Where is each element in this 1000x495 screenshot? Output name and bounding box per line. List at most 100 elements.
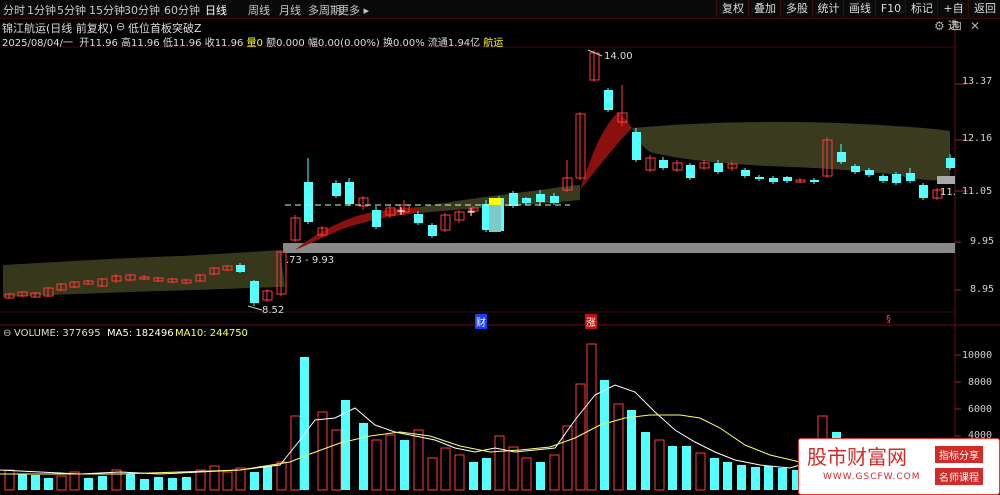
volume-bar-up <box>427 457 438 491</box>
volume-bar-up <box>454 454 465 491</box>
settings-icon[interactable]: ⚙ <box>934 19 945 33</box>
candle-down <box>509 193 518 206</box>
turnover-label: 换 <box>382 38 393 49</box>
volume-bar-up <box>222 471 233 491</box>
period-tab[interactable]: 15分钟 <box>89 2 125 18</box>
low-pointer <box>247 305 263 311</box>
volume-collapse-icon[interactable]: ⊖ <box>3 328 11 339</box>
period-tab[interactable]: 日线 <box>205 2 227 18</box>
volume-bar-down <box>168 478 177 490</box>
open-label: 开 <box>79 38 90 49</box>
volume-bar-down <box>723 462 732 490</box>
period-tab[interactable]: 更多 ▸ <box>338 2 369 18</box>
volume-bar-down <box>536 462 545 490</box>
toolbar-button[interactable]: 返回 <box>968 0 1000 17</box>
volume-bar-up <box>69 471 80 491</box>
float-label: 流通 <box>427 38 448 49</box>
volume-bar-up <box>331 429 342 491</box>
toolbar-button[interactable]: 标记 <box>905 0 938 17</box>
candle-down <box>632 132 641 160</box>
quote-info-line: 2025/08/04/一 开11.96 高11.96 低11.96 收11.96… <box>2 34 503 49</box>
period-tab[interactable]: 多周期 <box>308 2 341 18</box>
period-tab[interactable]: 1分钟 <box>27 2 56 18</box>
volume-bar-up <box>371 439 382 491</box>
candle-down <box>332 183 341 196</box>
tag-indicator-share: 指标分享 <box>935 446 983 463</box>
cloud-band-red <box>580 112 632 190</box>
volume-bar-up <box>586 343 597 491</box>
toolbar-button[interactable]: 复权 <box>716 0 749 17</box>
kline-chart[interactable]: ++ <box>0 0 1000 493</box>
toolbar-button[interactable]: +自选 <box>937 0 969 32</box>
volume-bar-down <box>126 474 135 490</box>
toolbar-button[interactable]: 叠加 <box>748 0 781 17</box>
volume-bar-up <box>508 446 519 491</box>
close-icon[interactable]: ✕ <box>970 19 980 33</box>
candle-down <box>946 158 955 168</box>
volume-label: VOLUME: 377695 <box>14 328 101 339</box>
candle-down <box>686 165 695 178</box>
amount-value: 0.000 <box>276 38 305 49</box>
candle-down <box>741 170 750 176</box>
site-watermark: 股市财富网 WWW.GSCFW.COM 指标分享 名师课程 <box>798 438 1000 495</box>
date: 2025/08/04/一 <box>2 38 74 49</box>
volume-bar-down <box>44 478 53 490</box>
toolbar-button[interactable]: 统计 <box>812 0 844 17</box>
volume-bar-up <box>209 465 220 491</box>
collapse-icon[interactable]: ⊖ <box>116 20 125 33</box>
limit-up-marker[interactable]: 涨 <box>585 314 597 329</box>
change-label: 幅 <box>307 38 318 49</box>
cloud-band-left <box>3 250 285 297</box>
volume-bar-down <box>300 357 309 490</box>
volume-bar-down <box>778 468 787 490</box>
range-label: .73 - 9.93 <box>286 255 335 266</box>
volume-bar-down <box>482 458 491 490</box>
price-pointer <box>937 176 955 184</box>
volume-bar-down <box>400 440 409 490</box>
cross-marker: + <box>396 204 406 218</box>
candle-down <box>659 160 668 168</box>
price-axis-label: 9.95 <box>970 236 995 247</box>
vol-label: 量 <box>246 38 257 49</box>
volume-bar-up <box>695 452 706 491</box>
volume-bar-down <box>764 466 773 490</box>
financial-report-marker[interactable]: 财 <box>475 314 487 329</box>
volume-bar-down <box>182 477 191 490</box>
turnover-value: 0.00% <box>392 38 425 49</box>
candle-down <box>304 182 313 222</box>
volume-bar-up <box>56 475 67 491</box>
candle-down <box>879 176 888 181</box>
candle-down <box>906 173 915 181</box>
candle-down <box>837 152 846 162</box>
period-tab[interactable]: 月线 <box>279 2 301 18</box>
toolbar-button[interactable]: 画线 <box>843 0 876 17</box>
candle-down <box>919 185 928 198</box>
toolbar-button[interactable]: 多股 <box>780 0 813 17</box>
volume-ma5-label: MA5: 182496 <box>107 328 174 339</box>
volume-bar-down <box>751 467 760 490</box>
volume-bar-up <box>385 434 396 491</box>
amount-label: 额 <box>266 38 277 49</box>
change-value: 0.00(0.00%) <box>317 38 380 49</box>
candle-down <box>769 178 778 182</box>
period-tab[interactable]: 60分钟 <box>164 2 200 18</box>
highlight-cap <box>489 198 501 205</box>
cloud-band <box>632 121 950 181</box>
close-value: 11.96 <box>214 38 244 49</box>
period-tab[interactable]: 周线 <box>248 2 270 18</box>
event-marker[interactable]: § <box>886 314 891 325</box>
toolbar-button[interactable]: F10 <box>875 0 906 17</box>
candle-down <box>755 177 764 179</box>
candle-down <box>345 182 354 204</box>
candle-down <box>372 210 381 227</box>
toggle-icon[interactable]: ⊟ <box>952 19 962 33</box>
period-tab[interactable]: 5分钟 <box>57 2 86 18</box>
volume-bar-up <box>440 447 451 491</box>
period-tab[interactable]: 30分钟 <box>124 2 160 18</box>
volume-bar-down <box>154 477 163 490</box>
volume-bars <box>4 343 870 491</box>
volume-bar-up <box>235 467 246 491</box>
vol-value: 0 <box>256 38 263 49</box>
candle-down <box>783 177 792 181</box>
period-tab[interactable]: 分时 <box>3 2 25 18</box>
